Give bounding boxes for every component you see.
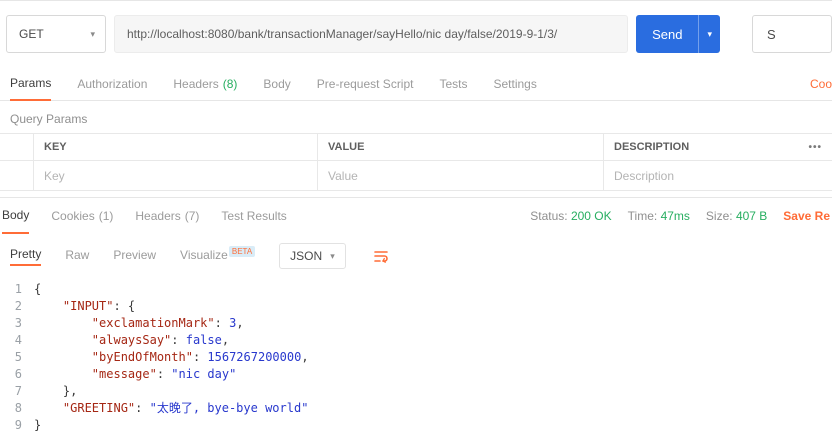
code-line: 6 "message": "nic day" [0,366,832,383]
response-meta: Status: 200 OK Time: 47ms Size: 407 B Sa… [530,209,832,223]
wrap-text-icon[interactable] [372,247,390,265]
more-options-icon[interactable]: ••• [808,142,822,153]
save-response-button[interactable]: Save Re [783,209,830,223]
status-badge: Status: 200 OK [530,208,612,223]
code-line: 1{ [0,281,832,298]
line-number: 5 [14,350,22,364]
code-line: 9} [0,417,832,434]
table-row [0,161,832,191]
cookies-link[interactable]: Coo [810,77,832,91]
send-options-button[interactable]: ▾ [698,15,720,53]
response-body-code: 1{2 "INPUT": {3 "exclamationMark": 3, 4 "… [0,277,832,434]
chevron-down-icon: ▾ [90,28,95,39]
save-button[interactable]: S [752,15,832,53]
view-tab-pretty[interactable]: Pretty [10,247,42,266]
response-tabs: Body Cookies (1) Headers (7) Test Result… [2,198,287,234]
size-badge: Size: 407 B [705,208,768,223]
view-tab-raw[interactable]: Raw [65,248,89,265]
table-header-row: KEY VALUE DESCRIPTION ••• [0,134,832,161]
column-header-key: KEY [34,134,318,160]
beta-badge: BETA [228,245,256,257]
code-line: 4 "alwaysSay": false, [0,332,832,349]
response-viewer-toolbar: Pretty Raw Preview Visualize BETA JSON ▾ [0,233,832,277]
tab-authorization[interactable]: Authorization [77,67,147,101]
method-label: GET [19,27,44,41]
param-value-input[interactable] [328,168,593,183]
tab-body[interactable]: Body [263,67,290,101]
method-dropdown[interactable]: GET ▾ [6,15,106,53]
time-badge: Time: 47ms [627,208,690,223]
line-number: 6 [14,367,22,381]
column-header-value: VALUE [318,134,604,160]
code-line: 7 }, [0,383,832,400]
chevron-down-icon: ▾ [330,250,335,261]
postman-request-view: GET ▾ Send ▾ S Params Authorization Head… [0,0,832,440]
request-tabs: Params Authorization Headers (8) Body Pr… [0,67,832,101]
send-button[interactable]: Send ▾ [636,15,720,53]
headers-count-badge: (8) [222,76,238,91]
response-tab-headers[interactable]: Headers (7) [135,198,199,234]
code-line: 3 "exclamationMark": 3, [0,315,832,332]
query-params-title: Query Params [10,112,88,126]
column-header-description: DESCRIPTION ••• [614,141,822,153]
query-params-table: KEY VALUE DESCRIPTION ••• [0,133,832,191]
save-button-label: S [767,26,776,42]
line-number: 2 [14,299,22,313]
line-number: 8 [14,401,22,415]
request-url-bar: GET ▾ Send ▾ S [0,1,832,67]
line-number: 1 [14,282,22,296]
tab-settings[interactable]: Settings [494,67,537,101]
response-tab-cookies[interactable]: Cookies (1) [51,198,113,234]
cookies-count-badge: (1) [98,208,114,223]
tab-tests[interactable]: Tests [439,67,467,101]
send-button-label[interactable]: Send [636,15,698,53]
line-number: 7 [14,384,22,398]
tab-prerequest-script[interactable]: Pre-request Script [317,67,414,101]
format-label: JSON [290,249,323,263]
code-line: 5 "byEndOfMonth": 1567267200000, [0,349,832,366]
chevron-down-icon: ▾ [707,28,712,39]
response-header: Body Cookies (1) Headers (7) Test Result… [0,197,832,234]
row-handle-cell [0,161,34,190]
tab-headers[interactable]: Headers (8) [173,67,237,101]
url-input[interactable] [114,15,629,53]
line-number: 4 [14,333,22,347]
line-number: 9 [14,418,22,432]
param-key-input[interactable] [44,168,307,183]
param-description-input[interactable] [614,168,822,183]
code-line: 8 "GREETING": "太晚了, bye-bye world" [0,400,832,417]
row-handle-cell [0,134,34,160]
format-dropdown[interactable]: JSON ▾ [279,243,346,269]
tab-params[interactable]: Params [10,67,52,101]
line-number: 3 [14,316,22,330]
view-tab-preview[interactable]: Preview [113,248,156,265]
response-tab-test-results[interactable]: Test Results [221,198,286,234]
response-tab-body[interactable]: Body [2,198,30,234]
view-tab-visualize[interactable]: Visualize BETA [180,245,256,265]
code-line: 2 "INPUT": { [0,298,832,315]
response-headers-count-badge: (7) [184,208,200,223]
